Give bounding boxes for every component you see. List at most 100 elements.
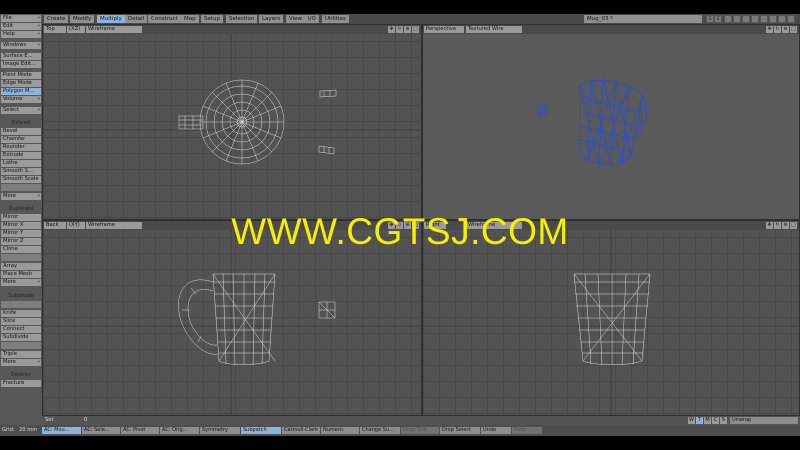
view-axis-dropdown[interactable]: (XZ) xyxy=(67,26,85,33)
top-viewport[interactable]: Top (XZ) Wireframe ✥ ↻ ⊕ □ xyxy=(42,24,422,220)
render-mode-dropdown[interactable]: Textured Wire xyxy=(466,26,522,33)
vmap-dropdown[interactable]: Unwrap xyxy=(730,417,798,424)
zoom-view-icon[interactable]: ⊕ xyxy=(404,26,411,33)
subdivide-label: Subdivide xyxy=(3,334,29,340)
set-label: Set xyxy=(45,417,54,423)
watermark-text: WWW.CGTSJ.COM xyxy=(231,211,569,252)
layer-8-icon[interactable] xyxy=(769,15,777,23)
subpatch-type-dropdown[interactable]: Catmull-Clark xyxy=(282,427,320,434)
extend-more-button[interactable]: More ▾ xyxy=(1,193,41,200)
tab-io[interactable]: I/O xyxy=(305,15,319,23)
layer-9-icon[interactable] xyxy=(778,15,786,23)
edit-menu-button[interactable]: Edit ▾ xyxy=(1,23,41,30)
rotate-view-icon[interactable]: ↻ xyxy=(396,26,403,33)
select-button[interactable]: Select ▾ xyxy=(1,107,41,114)
set-value[interactable]: 0 xyxy=(84,417,87,424)
tab-multiply[interactable]: Multiply xyxy=(97,15,125,23)
lathe-label: Lathe xyxy=(3,160,18,166)
drop-select-button[interactable]: Drop Select xyxy=(440,427,480,434)
disabled-tool-button[interactable] xyxy=(1,342,41,349)
connect-label: Connect xyxy=(3,326,25,332)
disabled-tool-button[interactable] xyxy=(1,301,41,308)
change-surface-button[interactable]: Change Su... xyxy=(360,427,400,434)
triple-button[interactable]: Triple xyxy=(1,351,41,358)
maximize-view-icon[interactable]: □ xyxy=(412,26,419,33)
tab-utilities[interactable]: Utilities xyxy=(322,15,349,23)
file-menu-button[interactable]: File ▾ xyxy=(1,15,41,22)
edge-mode-button[interactable]: Edge Mode xyxy=(1,80,41,87)
tab-modify[interactable]: Modify xyxy=(70,15,95,23)
smooth-shift-button[interactable]: Smooth S... xyxy=(1,168,41,175)
subpatch-button[interactable]: Subpatch xyxy=(241,427,281,434)
wtmcs-s-button[interactable]: S xyxy=(720,417,727,424)
maximize-view-icon[interactable]: □ xyxy=(790,26,797,33)
render-mode-dropdown[interactable]: Wireframe xyxy=(86,26,142,33)
drop-tool-button[interactable]: Drop Tool xyxy=(401,427,439,434)
rounder-button[interactable]: Rounder xyxy=(1,144,41,151)
symmetry-button[interactable]: Symmetry xyxy=(200,427,240,434)
tab-layers[interactable]: Layers xyxy=(259,15,284,23)
action-center-selection-button[interactable]: AC: Sele... xyxy=(82,427,120,434)
layer-5-icon[interactable] xyxy=(742,15,750,23)
chamfer-button[interactable]: Chamfer xyxy=(1,136,41,143)
zoom-view-icon[interactable]: ⊕ xyxy=(782,26,789,33)
action-center-pivot-button[interactable]: AC: Pivot xyxy=(121,427,159,434)
layer-10-icon[interactable] xyxy=(787,15,795,23)
tab-map[interactable]: Map xyxy=(181,15,199,23)
tab-construct[interactable]: Construct xyxy=(148,15,181,23)
view-type-dropdown[interactable]: Top xyxy=(44,26,66,33)
wtmcs-c-button[interactable]: C xyxy=(712,417,719,424)
tab-selection[interactable]: Selection xyxy=(226,15,258,23)
subdivide-more-button[interactable]: More ▾ xyxy=(1,359,41,366)
edge-mode-label: Edge Mode xyxy=(3,80,32,86)
slice-button[interactable]: Slice xyxy=(1,318,41,325)
redo-button[interactable]: Redo xyxy=(512,427,542,434)
help-menu-button[interactable]: Help ▾ xyxy=(1,31,41,38)
windows-menu-button[interactable]: Windows ▾ xyxy=(1,42,41,49)
layer-1-icon[interactable]: 1 xyxy=(706,15,714,23)
move-view-icon[interactable]: ✥ xyxy=(766,26,773,33)
surface-editor-button[interactable]: Surface E... xyxy=(1,53,41,60)
fracture-button[interactable]: Fracture xyxy=(1,380,41,387)
disabled-tool-button[interactable] xyxy=(1,184,41,191)
knife-button[interactable]: Knife xyxy=(1,310,41,317)
smooth-scale-button[interactable]: Smooth Scale xyxy=(1,176,41,183)
set-bar: Set 0 W T M C S Unwrap xyxy=(42,416,800,425)
image-editor-button[interactable]: Image Edit... xyxy=(1,61,41,68)
disabled-tool-button[interactable] xyxy=(1,254,41,261)
tab-view[interactable]: View xyxy=(286,15,306,23)
undo-button[interactable]: Undo xyxy=(481,427,511,434)
lathe-button[interactable]: Lathe xyxy=(1,160,41,167)
layer-2-icon[interactable]: 2 xyxy=(714,15,722,23)
connect-button[interactable]: Connect xyxy=(1,326,41,333)
perspective-viewport[interactable]: Perspective Textured Wire ✥ ↻ ⊕ □ xyxy=(422,24,800,220)
extrude-button[interactable]: Extrude xyxy=(1,152,41,159)
more-label: More xyxy=(3,359,16,365)
wtmcs-t-button[interactable]: T xyxy=(696,417,703,424)
tab-create[interactable]: Create xyxy=(44,15,69,23)
place-mesh-button[interactable]: Place Mesh xyxy=(1,271,41,278)
action-center-origin-button[interactable]: AC: Orig... xyxy=(160,427,199,434)
wtmcs-w-button[interactable]: W xyxy=(688,417,695,424)
current-object-dropdown[interactable]: Mug_03 * xyxy=(584,15,702,23)
volume-button[interactable]: Volume ▾ xyxy=(1,96,41,103)
bevel-button[interactable]: Bevel xyxy=(1,128,41,135)
wtmcs-m-button[interactable]: M xyxy=(704,417,711,424)
point-mode-button[interactable]: Point Mode xyxy=(1,72,41,79)
view-type-dropdown[interactable]: Perspective xyxy=(424,26,464,33)
tab-detail[interactable]: Detail xyxy=(125,15,148,23)
subdivide-section-header: Subdivide xyxy=(8,293,34,299)
tab-setup[interactable]: Setup xyxy=(201,15,224,23)
layer-3-icon[interactable] xyxy=(724,15,732,23)
array-button[interactable]: Array xyxy=(1,263,41,270)
action-center-mouse-button[interactable]: AC: Mou... xyxy=(42,427,81,434)
layer-6-icon[interactable] xyxy=(751,15,759,23)
duplicate-more-button[interactable]: More ▾ xyxy=(1,279,41,286)
move-view-icon[interactable]: ✥ xyxy=(388,26,395,33)
layer-4-icon[interactable] xyxy=(733,15,741,23)
rotate-view-icon[interactable]: ↻ xyxy=(774,26,781,33)
numeric-button[interactable]: Numeric xyxy=(321,427,359,434)
polygon-mode-button[interactable]: Polygon M... xyxy=(1,88,41,95)
subdivide-button[interactable]: Subdivide xyxy=(1,334,41,341)
layer-7-icon[interactable] xyxy=(760,15,768,23)
